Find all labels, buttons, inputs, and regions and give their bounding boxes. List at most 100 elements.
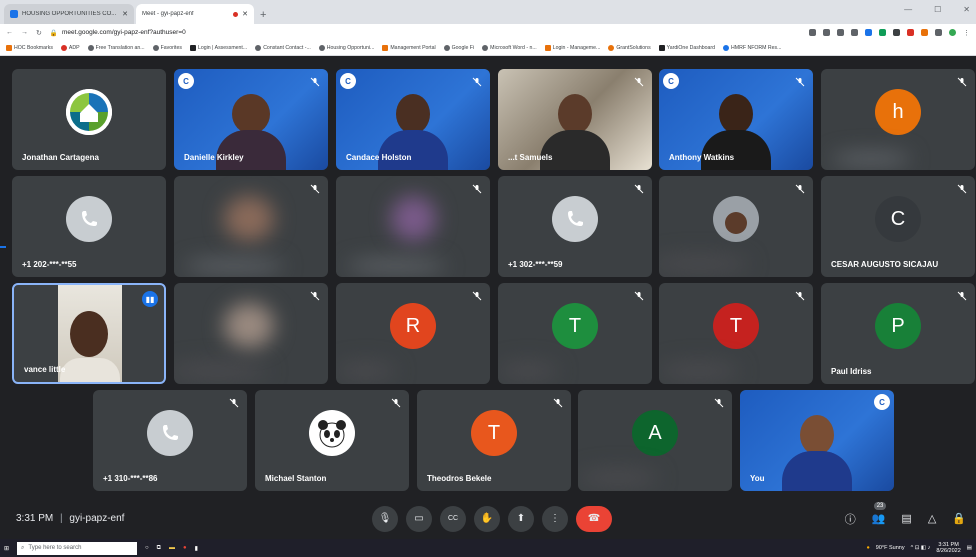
participant-tile[interactable] [174,283,328,384]
bookmark-item[interactable]: Login - Manageme... [544,45,600,51]
activities-icon[interactable]: △ [928,512,936,525]
host-controls-icon[interactable]: 🔒 [952,512,966,525]
present-button[interactable]: ⬆ [508,505,534,532]
participant-tile[interactable]: +1 302-***-**59 [498,176,652,277]
participant-tile[interactable]: T Theodros Bekele [417,390,571,491]
participant-tile[interactable]: R [336,283,490,384]
url-field[interactable]: 🔒 meet.google.com/gyi-papz-enf?authuser=… [50,26,801,39]
people-button[interactable]: 23 👥 [872,502,887,525]
participant-tile[interactable]: A [578,390,732,491]
bookmark-item[interactable]: Google Fi [443,45,474,51]
bookmark-item[interactable]: Microsoft Word - n... [482,45,537,51]
participant-tile[interactable]: C Candace Holston [336,69,490,170]
extension-icon[interactable] [921,28,928,36]
extension-icon[interactable] [907,28,914,36]
chrome-icon[interactable]: ● [183,545,187,551]
profile-icon[interactable] [949,28,956,36]
participant-tile[interactable]: C Anthony Watkins [659,69,813,170]
participant-tile-active-speaker[interactable]: ▮▮ vance little [12,283,166,384]
menu-icon[interactable]: ⋮ [963,29,970,37]
extension-icon[interactable] [893,28,900,36]
participant-tile[interactable]: T [498,283,652,384]
bookmark-item[interactable]: HOC Bookmarks [6,45,53,51]
participant-tile[interactable]: ...t Samuels [498,69,652,170]
bookmark-item[interactable]: Management Portal [382,45,436,51]
bookmark-item[interactable]: HMRF NFORM Res... [723,45,781,51]
extension-icon[interactable] [865,28,872,36]
puzzle-icon[interactable] [935,28,942,36]
captions-button[interactable]: CC [440,505,466,532]
self-view-tile[interactable]: C You [740,390,894,491]
system-clock[interactable]: 3:31 PM 8/26/2022 [936,542,960,554]
bookmark-item[interactable]: Housing Opportuni... [318,45,374,51]
camera-icon[interactable] [809,28,816,36]
browser-tab-strip: HOUSING OPPORTUNITIES CO... ✕ Meet - gyi… [0,0,976,64]
forward-icon[interactable]: → [21,29,28,36]
taskbar-app-icon[interactable]: ⧉ [157,545,161,552]
participant-tile[interactable]: C CESAR AUGUSTO SICAJAU [821,176,975,277]
participant-avatar: C [875,196,921,243]
windows-start-icon[interactable]: ⊞ [4,545,9,552]
captions-icon: CC [447,515,459,522]
tray-icons[interactable]: ^ ⊡ ◧ ♪ [911,545,931,551]
participant-tile[interactable]: Jonathan Cartagena [12,69,166,170]
notifications-icon[interactable]: ▤ [967,545,972,551]
system-tray: ● 90°F Sunny ^ ⊡ ◧ ♪ 3:31 PM 8/26/2022 ▤ [866,542,972,554]
participant-tile[interactable] [174,176,328,277]
close-icon[interactable]: ✕ [122,10,128,18]
camera-button[interactable]: ▭ [406,505,432,532]
task-view-icon[interactable]: ○ [145,545,149,551]
weather-text[interactable]: 90°F Sunny [876,545,905,551]
participant-tile[interactable]: T [659,283,813,384]
participant-tile[interactable] [336,176,490,277]
close-window-icon[interactable]: ✕ [963,5,970,14]
participant-name: You [750,474,765,483]
extension-icon[interactable] [879,28,886,36]
browser-tab-housing[interactable]: HOUSING OPPORTUNITIES CO... ✕ [4,4,134,24]
back-icon[interactable]: ← [6,29,13,36]
reload-icon[interactable]: ↻ [36,29,42,37]
participant-tile[interactable]: +1 310-***-**86 [93,390,247,491]
participant-tile[interactable]: C Danielle Kirkley [174,69,328,170]
bookmark-item[interactable]: Favorites [152,45,182,51]
new-tab-button[interactable]: + [260,9,266,21]
info-icon[interactable]: ⓘ [845,511,856,527]
mic-off-icon [553,398,563,408]
bookmark-item[interactable]: GrantSolutions [608,45,651,51]
bookmark-item[interactable]: Free Translation an... [87,45,145,51]
minimize-icon[interactable]: — [904,5,912,14]
browser-tab-meet[interactable]: Meet - gyi-papz-enf ✕ [0,4,254,64]
participant-tile[interactable]: +1 202-***-**55 [12,176,166,277]
star-icon[interactable] [851,28,858,36]
leave-call-button[interactable]: ☎ [576,505,612,532]
maximize-icon[interactable]: ☐ [934,5,941,14]
bookmark-item[interactable]: ADP [60,45,80,51]
share-icon[interactable] [837,28,844,36]
more-options-button[interactable]: ⋮ [542,505,568,532]
bookmark-item[interactable]: Constant Contact -... [255,45,311,51]
zoom-icon[interactable] [823,28,830,36]
raise-hand-button[interactable]: ✋ [474,505,500,532]
bookmarks-bar: HOC Bookmarks ADP Free Translation an...… [0,41,976,56]
weather-icon: ● [866,545,870,551]
phone-icon [66,196,112,243]
taskbar-search-input[interactable]: ⌕ Type here to search [17,541,138,555]
participant-tile[interactable]: Michael Stanton [255,390,409,491]
url-text: meet.google.com/gyi-papz-enf?authuser=0 [61,29,186,36]
bookmark-item[interactable]: Login | Assessment... [189,45,247,51]
present-icon: ⬆ [516,513,526,524]
bookmark-icon [608,45,615,51]
bookmark-item[interactable]: YardiOne Dashboard [658,45,715,51]
address-bar-row: ← → ↻ 🔒 meet.google.com/gyi-papz-enf?aut… [0,24,976,41]
participant-tile[interactable] [659,176,813,277]
taskbar-app-icon[interactable]: ▮ [195,545,198,552]
chat-icon[interactable]: ▤ [901,512,911,525]
close-icon[interactable]: ✕ [242,10,248,18]
participant-tile[interactable]: h [821,69,975,170]
file-explorer-icon[interactable]: ▬ [169,545,175,551]
mic-button[interactable]: 🎙 [372,505,398,532]
lock-icon: 🔒 [49,29,58,37]
mic-off-icon [472,77,482,87]
secondary-controls: ⓘ 23 👥 ▤ △ 🔒 [845,502,966,527]
participant-tile[interactable]: P Paul Idriss [821,283,975,384]
